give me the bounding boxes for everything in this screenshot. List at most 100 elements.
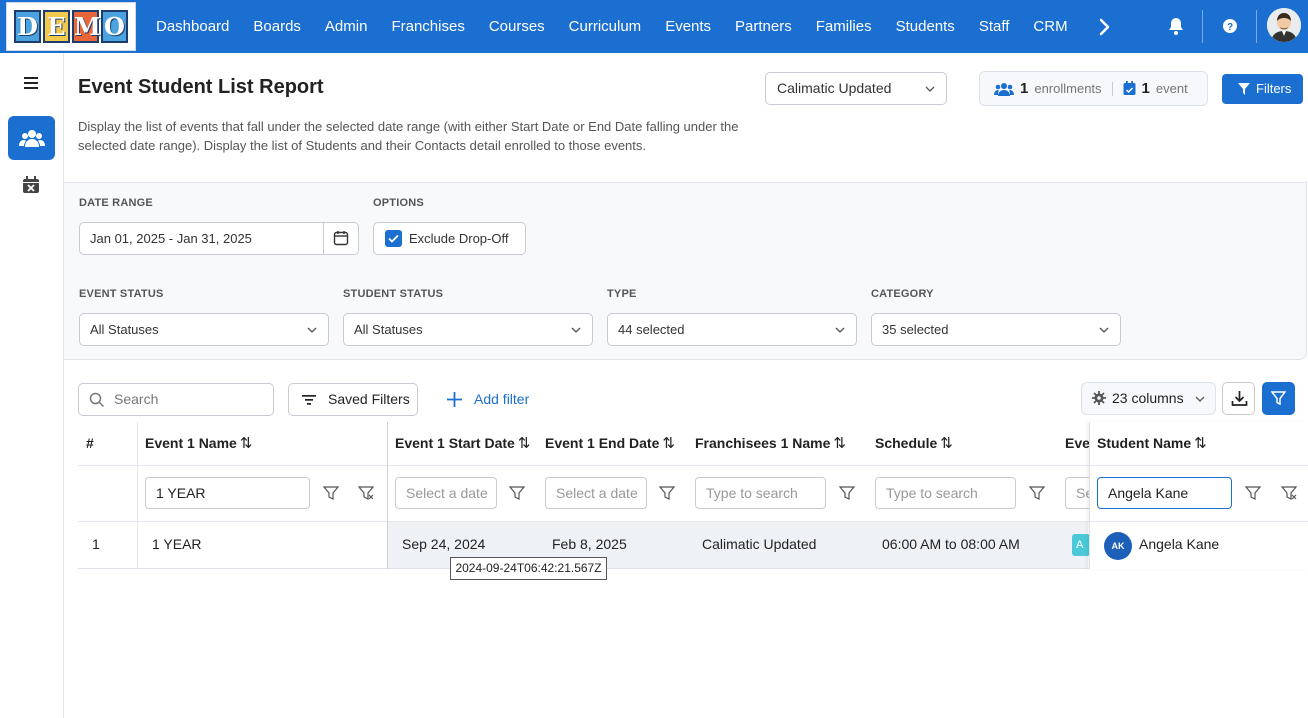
sort-icon[interactable]: ⇅ (240, 435, 253, 452)
column-header-franchisee[interactable]: Franchisees 1 Name ⇅ (695, 422, 846, 465)
users-icon (19, 130, 45, 147)
svg-text:?: ? (1227, 22, 1233, 33)
cell-student-name[interactable]: Angela Kane (1139, 522, 1219, 567)
pinned-student-column: Student Name ⇅ Angela Kane AK Angela Kane (1089, 422, 1308, 569)
exclude-dropoff-checkbox[interactable] (385, 230, 402, 247)
nav-admin[interactable]: Admin (313, 0, 380, 53)
navbar-divider (1202, 10, 1203, 43)
search-icon (89, 392, 105, 408)
column-header-label: Event 1 End Date (545, 435, 660, 451)
logo-letter: M (72, 10, 101, 43)
columns-button[interactable]: 23 columns (1081, 382, 1216, 415)
start-date-filter-input[interactable]: Select a date (395, 477, 497, 509)
funnel-icon[interactable] (659, 485, 675, 501)
nav-events[interactable]: Events (653, 0, 723, 53)
event-status-select[interactable]: All Statuses (79, 313, 329, 346)
enrollments-label: enrollments (1034, 81, 1102, 96)
type-select[interactable]: 44 selected (607, 313, 857, 346)
column-divider (137, 422, 138, 569)
sort-icon[interactable]: ⇅ (940, 435, 953, 452)
enrollments-count: 1 (1020, 80, 1029, 97)
stats-divider (1111, 81, 1113, 96)
sort-icon[interactable]: ⇅ (518, 435, 531, 452)
saved-filters-label: Saved Filters (328, 391, 410, 407)
student-avatar: AK (1104, 532, 1132, 560)
category-select[interactable]: 35 selected (871, 313, 1121, 346)
add-filter-button[interactable]: Add filter (446, 383, 529, 416)
row-index: 1 (92, 536, 100, 552)
funnel-icon[interactable] (323, 485, 339, 501)
checkmark-icon (388, 234, 399, 243)
date-range-input[interactable]: Jan 01, 2025 - Jan 31, 2025 (79, 222, 359, 255)
help-icon[interactable]: ? (1220, 16, 1240, 36)
column-header-end-date[interactable]: Event 1 End Date ⇅ (545, 422, 675, 465)
student-name-filter-input[interactable]: Angela Kane (1097, 477, 1232, 509)
column-header-student[interactable]: Student Name ⇅ (1097, 422, 1207, 465)
user-avatar[interactable] (1267, 8, 1301, 42)
sort-icon[interactable]: ⇅ (1194, 435, 1207, 452)
franchisee-filter-input[interactable]: Type to search (695, 477, 826, 509)
cell-franchisee: Calimatic Updated (702, 536, 817, 552)
funnel-icon[interactable] (509, 485, 525, 501)
column-header-start-date[interactable]: Event 1 Start Date ⇅ (395, 422, 530, 465)
report-stats: 1 enrollments 1 event (979, 71, 1208, 106)
truncated-filter-input[interactable]: Se (1065, 477, 1089, 509)
navbar-divider (1256, 10, 1257, 43)
nav-next-chevron-icon[interactable] (1092, 15, 1116, 39)
nav-staff[interactable]: Staff (967, 0, 1022, 53)
nav-curriculum[interactable]: Curriculum (557, 0, 654, 53)
funnel-icon[interactable] (839, 485, 855, 501)
download-button[interactable] (1222, 382, 1255, 415)
clear-filter-icon[interactable] (1281, 485, 1297, 501)
nav-dashboard[interactable]: Dashboard (144, 0, 241, 53)
event-name-filter-input[interactable]: 1 YEAR (145, 477, 310, 509)
student-status-select[interactable]: All Statuses (343, 313, 593, 346)
student-status-value: All Statuses (354, 322, 423, 337)
nav-partners[interactable]: Partners (723, 0, 804, 53)
funnel-icon[interactable] (1245, 485, 1261, 501)
columns-label: 23 columns (1112, 390, 1184, 406)
nav-boards[interactable]: Boards (241, 0, 313, 53)
column-header-truncated[interactable]: Eve (1065, 422, 1089, 465)
gear-icon (1092, 391, 1106, 405)
chevron-down-icon (925, 86, 935, 92)
column-header-event-name[interactable]: Event 1 Name ⇅ (145, 422, 252, 465)
page-description: Display the list of events that fall und… (78, 119, 739, 153)
date-range-value: Jan 01, 2025 - Jan 31, 2025 (90, 231, 252, 246)
filters-button[interactable]: Filters (1222, 74, 1303, 104)
nav-courses[interactable]: Courses (477, 0, 557, 53)
bell-icon[interactable] (1164, 14, 1188, 38)
nav-families[interactable]: Families (804, 0, 884, 53)
search-input[interactable]: Search (78, 383, 274, 416)
demo-logo[interactable]: D E M O (6, 2, 136, 51)
nav-franchises[interactable]: Franchises (379, 0, 476, 53)
nav-students[interactable]: Students (884, 0, 967, 53)
plus-icon (447, 392, 462, 407)
franchise-select[interactable]: Calimatic Updated (765, 72, 947, 105)
download-icon (1231, 391, 1248, 406)
exclude-dropoff-label: Exclude Drop-Off (409, 231, 509, 246)
report-table: # Event 1 Name ⇅ Event 1 Start Date ⇅ Even… (78, 422, 1308, 569)
funnel-icon[interactable] (1029, 485, 1045, 501)
column-header-schedule[interactable]: Schedule ⇅ (875, 422, 953, 465)
funnel-icon (1238, 83, 1250, 95)
date-range-calendar-button[interactable] (323, 223, 358, 254)
clear-filter-icon[interactable] (358, 485, 374, 501)
funnel-icon (1271, 391, 1286, 406)
calendar-x-icon[interactable] (22, 176, 40, 199)
column-filter-toggle-button[interactable] (1262, 382, 1295, 415)
end-date-filter-input[interactable]: Select a date (545, 477, 647, 509)
event-status-label: EVENT STATUS (79, 288, 164, 300)
chevron-down-icon (307, 327, 317, 333)
nav-crm[interactable]: CRM (1021, 0, 1079, 53)
schedule-filter-input[interactable]: Type to search (875, 477, 1016, 509)
logo-letter: E (43, 10, 70, 43)
student-status-label: STUDENT STATUS (343, 288, 444, 300)
cell-event-name: 1 YEAR (152, 536, 202, 552)
sort-icon[interactable]: ⇅ (833, 435, 846, 452)
sort-icon[interactable]: ⇅ (662, 435, 675, 452)
saved-filters-button[interactable]: Saved Filters (288, 383, 418, 416)
chevron-down-icon (835, 327, 845, 333)
sidebar-item-students[interactable] (8, 116, 55, 160)
menu-icon[interactable] (22, 75, 42, 91)
